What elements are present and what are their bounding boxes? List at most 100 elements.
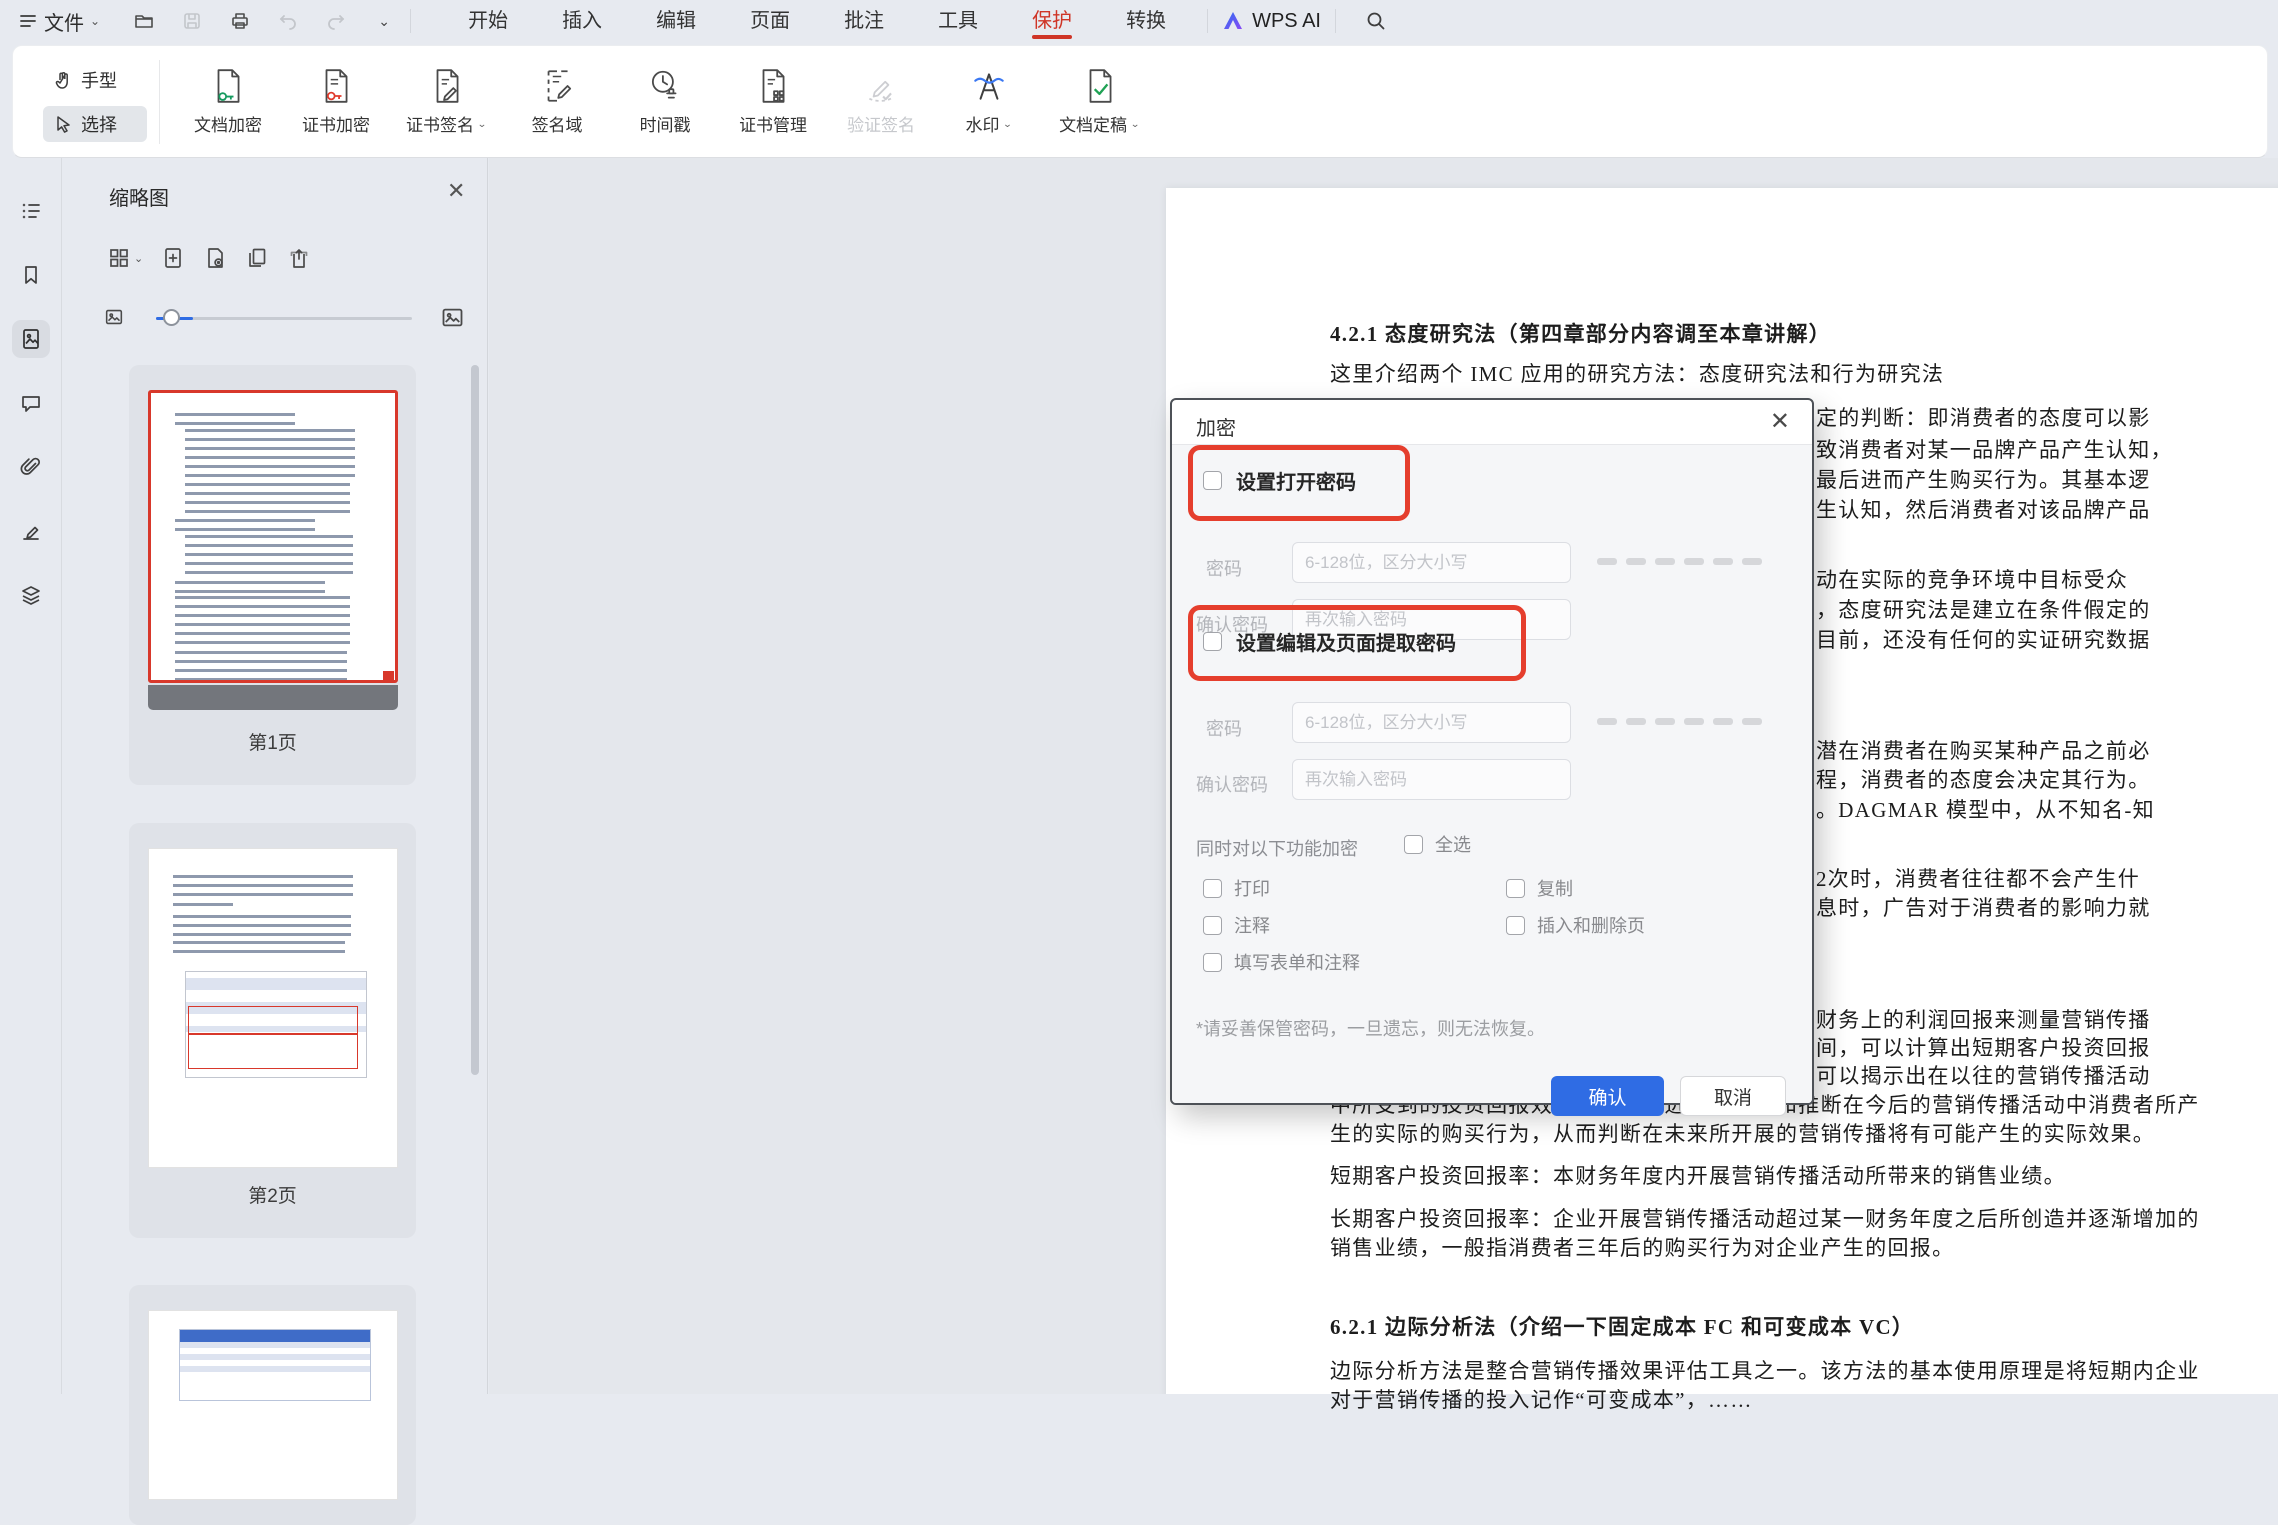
- close-icon[interactable]: ✕: [447, 180, 465, 202]
- tab-edit[interactable]: 编辑: [629, 0, 723, 42]
- comment-icon[interactable]: [12, 384, 50, 422]
- open-folder-icon[interactable]: [132, 9, 156, 33]
- selection-handle[interactable]: [383, 671, 394, 682]
- tab-protect[interactable]: 保护: [1005, 0, 1099, 42]
- insert-delete-label: 插入和删除页: [1537, 912, 1645, 938]
- menu-bar: 文件 ⌄ ⌄ 开始 插入 编辑 页面 批注 工具 保护 转换: [0, 0, 2278, 42]
- cursor-icon: [53, 114, 73, 134]
- slider-track[interactable]: [156, 317, 412, 320]
- form-label: 填写表单和注释: [1234, 949, 1360, 975]
- print-checkbox[interactable]: [1203, 879, 1222, 898]
- doc-encrypt-icon: [209, 67, 247, 105]
- cert-sign-icon: [428, 67, 466, 105]
- wps-ai-button[interactable]: WPS AI: [1222, 10, 1321, 33]
- doc-line: 财务上的利润回报来测量营销传播: [1816, 1006, 2151, 1034]
- divider: [159, 60, 160, 144]
- tab-convert[interactable]: 转换: [1099, 0, 1193, 42]
- select-tool-button[interactable]: 选择: [43, 106, 147, 142]
- timestamp-button[interactable]: 时间戳: [613, 59, 717, 144]
- pointer-tools: 手型 选择: [43, 62, 147, 142]
- divider: [410, 9, 411, 33]
- undo-icon[interactable]: [276, 9, 300, 33]
- edit-password-checkbox[interactable]: [1203, 632, 1222, 651]
- page-3-preview: [148, 1310, 398, 1500]
- doc-line: 生认知，然后消费者对该品牌产品: [1816, 496, 2151, 524]
- redo-icon[interactable]: [324, 9, 348, 33]
- hand-tool-label: 手型: [81, 67, 117, 93]
- watermark-button[interactable]: 水印⌄: [937, 59, 1041, 144]
- doc-encrypt-label: 文档加密: [194, 111, 262, 136]
- copy-checkbox[interactable]: [1506, 879, 1525, 898]
- doc-encrypt-button[interactable]: 文档加密: [176, 59, 280, 144]
- hand-tool-button[interactable]: 手型: [43, 62, 147, 98]
- panel-scrollbar[interactable]: [471, 365, 479, 1075]
- tab-page[interactable]: 页面: [723, 0, 817, 42]
- confirm-password-label: 确认密码: [1196, 771, 1268, 797]
- thumbnail-page-2[interactable]: 第2页: [129, 823, 416, 1238]
- page-1-preview: [148, 390, 398, 683]
- tab-tools[interactable]: 工具: [911, 0, 1005, 42]
- cert-manage-label: 证书管理: [739, 111, 807, 136]
- thumbnail-page-1[interactable]: 第1页: [129, 365, 416, 785]
- file-menu[interactable]: 文件 ⌄: [18, 7, 100, 36]
- form-checkbox[interactable]: [1203, 953, 1222, 972]
- perm-insert-delete-row: 插入和删除页: [1506, 912, 1645, 938]
- large-thumb-icon[interactable]: [439, 304, 466, 331]
- copy-label: 复制: [1537, 875, 1573, 901]
- doc-finalize-button[interactable]: 文档定稿⌄: [1045, 59, 1154, 144]
- cert-manage-icon: [754, 67, 792, 105]
- small-thumb-icon[interactable]: [103, 306, 125, 328]
- tab-insert[interactable]: 插入: [535, 0, 629, 42]
- signature-field-icon: [538, 67, 576, 105]
- edit-password-input[interactable]: [1292, 702, 1571, 743]
- bookmark-icon[interactable]: [12, 256, 50, 294]
- signature-icon[interactable]: [12, 512, 50, 550]
- search-icon[interactable]: [1364, 9, 1388, 33]
- open-password-input[interactable]: [1292, 542, 1571, 583]
- doc-heading: 6.2.1 边际分析法（介绍一下固定成本 FC 和可变成本 VC）: [1330, 1313, 1914, 1341]
- chevron-down-icon: ⌄: [477, 118, 487, 129]
- select-all-checkbox[interactable]: [1404, 835, 1423, 854]
- outline-icon[interactable]: [12, 192, 50, 230]
- slider-knob[interactable]: [163, 309, 180, 326]
- password-strength-meter: [1597, 558, 1762, 565]
- tab-comment[interactable]: 批注: [817, 0, 911, 42]
- copy-page-icon[interactable]: [245, 246, 269, 270]
- thumbnail-icon[interactable]: [12, 320, 50, 358]
- hand-icon: [53, 70, 73, 90]
- wps-ai-logo-icon: [1222, 10, 1244, 32]
- divider: [1335, 9, 1336, 33]
- doc-line: 最后进而产生购买行为。其基本逻: [1816, 466, 2151, 494]
- attachment-icon[interactable]: [12, 448, 50, 486]
- open-password-checkbox[interactable]: [1203, 471, 1222, 490]
- doc-line: 这里介绍两个 IMC 应用的研究方法：态度研究法和行为研究法: [1330, 360, 1944, 388]
- confirm-button[interactable]: 确认: [1551, 1076, 1664, 1116]
- perm-print-row: 打印: [1203, 875, 1270, 901]
- signature-field-button[interactable]: 签名域: [505, 59, 609, 144]
- cert-encrypt-button[interactable]: 证书加密: [284, 59, 388, 144]
- cancel-button[interactable]: 取消: [1680, 1076, 1786, 1116]
- cert-manage-button[interactable]: 证书管理: [721, 59, 825, 144]
- paste-page-icon[interactable]: [287, 246, 311, 270]
- comment-checkbox[interactable]: [1203, 916, 1222, 935]
- chevron-down-icon[interactable]: ⌄: [372, 9, 396, 33]
- cert-sign-button[interactable]: 证书签名⌄: [392, 59, 501, 144]
- encrypt-dialog: 加密 ✕ 设置打开密码 密码 确认密码 设置编辑及页面提取密码 密码 确认密码 …: [1170, 398, 1814, 1105]
- doc-finalize-icon: [1081, 67, 1119, 105]
- perm-comment-row: 注释: [1203, 912, 1270, 938]
- insert-delete-checkbox[interactable]: [1506, 916, 1525, 935]
- doc-line: 动在实际的竞争环境中目标受众: [1816, 566, 2128, 594]
- layout-grid-icon[interactable]: ⌄: [107, 246, 143, 270]
- edit-password-confirm-input[interactable]: [1292, 759, 1571, 800]
- extract-page-icon[interactable]: [203, 246, 227, 270]
- thumbnail-page-3[interactable]: [129, 1285, 416, 1525]
- tab-home[interactable]: 开始: [441, 0, 535, 42]
- add-page-icon[interactable]: [161, 246, 185, 270]
- close-icon[interactable]: ✕: [1770, 410, 1790, 434]
- doc-line: 间，可以计算出短期客户投资回报: [1816, 1034, 2151, 1062]
- layers-icon[interactable]: [12, 576, 50, 614]
- thumbnail-zoom-slider: [103, 304, 469, 332]
- chevron-down-icon: ⌄: [134, 252, 143, 265]
- save-icon[interactable]: [180, 9, 204, 33]
- print-icon[interactable]: [228, 9, 252, 33]
